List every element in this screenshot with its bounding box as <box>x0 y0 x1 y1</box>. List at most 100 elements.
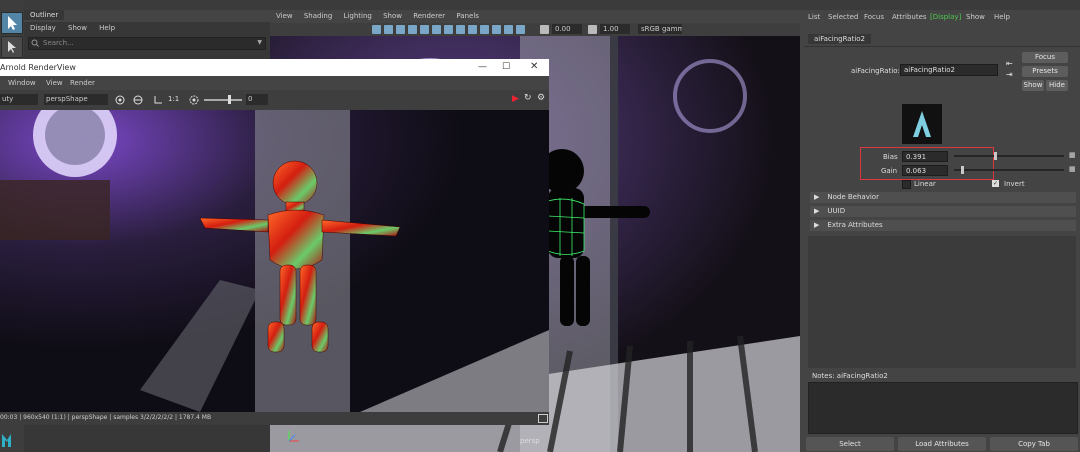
maya-logo-icon <box>0 430 22 450</box>
maximize-icon[interactable]: ☐ <box>502 62 510 72</box>
search-icon <box>31 38 39 47</box>
rendered-image <box>0 110 549 412</box>
hide-button[interactable]: Hide <box>1046 80 1068 91</box>
outliner-tab[interactable]: Outliner <box>24 10 65 20</box>
ae-menu-attributes[interactable]: Attributes <box>892 13 927 21</box>
top-strip <box>24 0 1080 10</box>
exposure-slider[interactable] <box>204 99 242 101</box>
chevron-down-icon[interactable]: ▼ <box>257 39 262 46</box>
lasso-tool-icon[interactable] <box>1 36 23 58</box>
outliner-search-input[interactable]: Search... ▼ <box>28 37 266 50</box>
ae-menu-selected[interactable]: Selected <box>828 13 858 21</box>
viewport-menu-lighting[interactable]: Lighting <box>344 12 372 20</box>
camera-name-label: persp <box>520 437 540 445</box>
gain-slider[interactable] <box>954 169 1064 171</box>
viewport-menu-view[interactable]: View <box>276 12 293 20</box>
node-tab[interactable]: aiFacingRatio2 <box>808 34 872 44</box>
viewport-menu-show[interactable]: Show <box>383 12 402 20</box>
search-placeholder: Search... <box>43 39 74 47</box>
show-button[interactable]: Show <box>1022 80 1044 91</box>
bias-map-icon[interactable]: ▦ <box>1069 151 1076 159</box>
outliner-menu-show[interactable]: Show <box>68 24 87 32</box>
linear-checkbox[interactable] <box>902 180 911 189</box>
crop-icon[interactable] <box>152 94 164 108</box>
exposure-slider-knob[interactable] <box>228 95 231 104</box>
renderview-menu-render[interactable]: Render <box>70 79 95 87</box>
bias-slider[interactable] <box>954 155 1064 157</box>
focus-button[interactable]: Focus <box>1022 52 1068 63</box>
hud-icon[interactable] <box>480 25 489 34</box>
aa-icon[interactable] <box>504 25 513 34</box>
exposure-icon <box>540 25 549 34</box>
copy-tab-button[interactable]: Copy Tab <box>990 437 1078 451</box>
exposure-value-field[interactable]: 0 <box>246 94 268 105</box>
colorspace-select[interactable]: sRGB gamma <box>638 24 682 34</box>
attributes-scroll-area[interactable] <box>808 236 1076 368</box>
section-label: Extra Attributes <box>827 221 883 229</box>
gamma-icon <box>588 25 597 34</box>
load-attributes-button[interactable]: Load Attributes <box>898 437 986 451</box>
output-connection-icon[interactable]: ⇥ <box>1006 70 1013 79</box>
invert-checkbox[interactable]: ✓ <box>992 180 999 187</box>
shadows-icon[interactable] <box>444 25 453 34</box>
snapshot-icon[interactable] <box>538 414 548 423</box>
axis-gizmo-icon <box>286 428 302 446</box>
ao-icon[interactable] <box>492 25 501 34</box>
refresh-icon[interactable] <box>114 94 126 108</box>
section-node-behavior[interactable]: ▶ Node Behavior <box>810 192 1076 203</box>
shaded-icon[interactable] <box>408 25 417 34</box>
section-extra-attributes[interactable]: ▶ Extra Attributes <box>810 220 1076 231</box>
ae-menu-help[interactable]: Help <box>994 13 1010 21</box>
camera-select[interactable]: perspShape <box>44 94 108 105</box>
isolate-icon[interactable] <box>468 25 477 34</box>
bias-slider-knob[interactable] <box>994 152 997 160</box>
grid-icon[interactable] <box>372 25 381 34</box>
render-play-icon[interactable]: ▶ <box>512 94 519 104</box>
ae-menu-display[interactable]: [Display] <box>930 13 961 21</box>
renderview-toolbar: uty perspShape 1:1 0 ▶ ↻ ⚙ <box>0 90 549 110</box>
render-status-text: 00:03 | 960x540 (1:1) | perspShape | sam… <box>0 414 212 421</box>
rerender-icon[interactable]: ↻ <box>524 93 532 103</box>
notes-textarea[interactable] <box>808 382 1078 434</box>
wireframe-icon[interactable] <box>396 25 405 34</box>
gain-map-icon[interactable]: ▦ <box>1069 165 1076 173</box>
zoom-ratio-label[interactable]: 1:1 <box>168 95 179 103</box>
presets-button[interactable]: Presets <box>1022 66 1068 77</box>
renderview-titlebar: Arnold RenderView — ☐ ✕ <box>0 59 549 76</box>
section-uuid[interactable]: ▶ UUID <box>810 206 1076 217</box>
channel-select[interactable]: uty <box>0 94 38 105</box>
textured-icon[interactable] <box>420 25 429 34</box>
ae-menu-focus[interactable]: Focus <box>864 13 884 21</box>
viewport-menu-shading[interactable]: Shading <box>304 12 332 20</box>
viewport-menu-panels[interactable]: Panels <box>456 12 479 20</box>
ae-menu-show[interactable]: Show <box>966 13 985 21</box>
minimize-icon[interactable]: — <box>478 62 487 72</box>
ae-menu-list[interactable]: List <box>808 13 820 21</box>
xray-icon[interactable] <box>456 25 465 34</box>
lights-icon[interactable] <box>432 25 441 34</box>
input-connection-icon[interactable]: ⇤ <box>1006 59 1013 68</box>
node-name-field[interactable]: aiFacingRatio2 <box>900 64 998 76</box>
select-tool-icon[interactable] <box>1 12 23 34</box>
camera-icon[interactable] <box>384 25 393 34</box>
close-icon[interactable]: ✕ <box>530 61 538 72</box>
dof-icon[interactable] <box>516 25 525 34</box>
select-button[interactable]: Select <box>806 437 894 451</box>
outliner-menu-help[interactable]: Help <box>99 24 115 32</box>
bias-label: Bias <box>883 153 898 161</box>
gamma-field[interactable]: 1.00 <box>600 24 630 34</box>
exposure-field[interactable]: 0.00 <box>552 24 582 34</box>
attribute-editor: List Selected Focus Attributes [Display]… <box>804 10 1080 452</box>
viewport-menu-renderer[interactable]: Renderer <box>413 12 445 20</box>
bias-field[interactable]: 0.391 <box>902 151 948 162</box>
gain-field[interactable]: 0.063 <box>902 165 948 176</box>
outliner-menu-display[interactable]: Display <box>30 24 56 32</box>
region-icon[interactable] <box>132 94 144 108</box>
settings-gear-icon[interactable]: ⚙ <box>537 93 545 103</box>
gear-icon[interactable] <box>188 94 200 108</box>
gain-slider-knob[interactable] <box>961 166 964 174</box>
section-label: UUID <box>827 207 846 215</box>
invert-label: Invert <box>1004 180 1025 188</box>
renderview-menu-window[interactable]: Window <box>8 79 36 87</box>
renderview-menu-view[interactable]: View <box>46 79 63 87</box>
